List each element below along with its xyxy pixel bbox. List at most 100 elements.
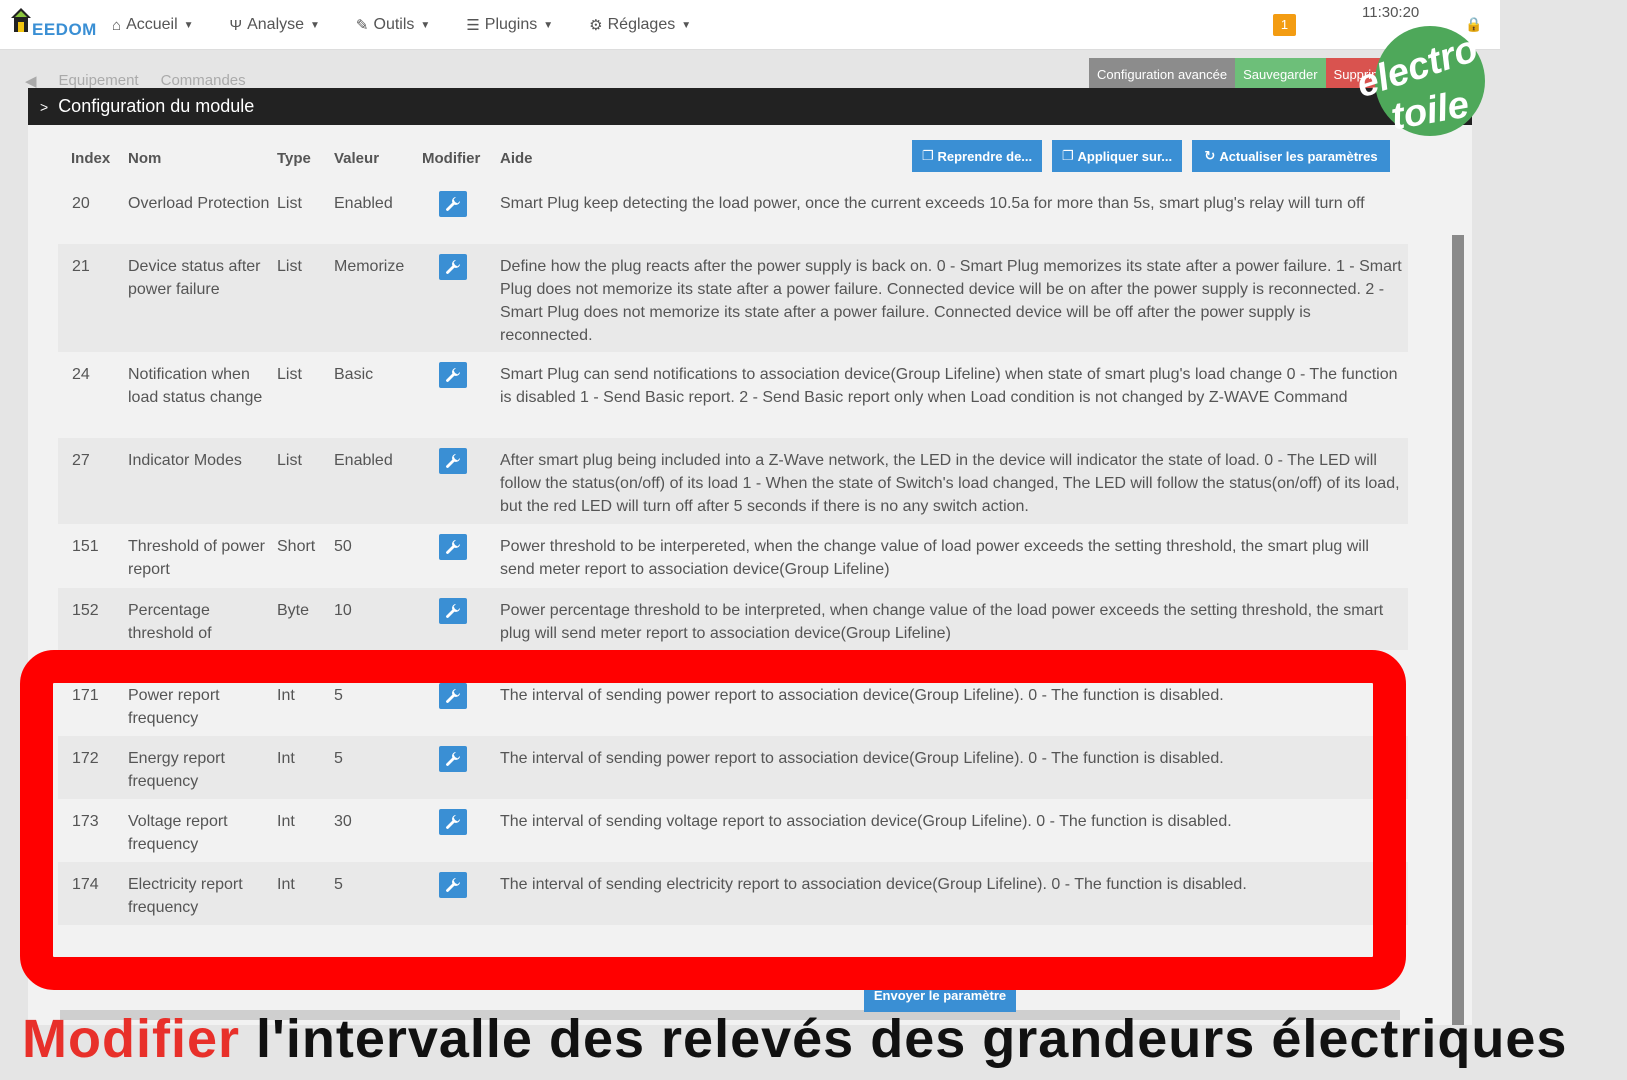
video-caption: Modifier l'intervalle des relevés des gr… — [22, 1008, 1622, 1080]
modify-button[interactable] — [439, 534, 467, 560]
menu-label: Outils — [373, 16, 415, 33]
button-label: Reprendre de... — [937, 148, 1033, 164]
menu-accueil[interactable]: ⌂ Accueil ▼ — [112, 16, 194, 34]
row-index: 20 — [72, 195, 90, 212]
modify-button[interactable] — [439, 448, 467, 474]
save-button[interactable]: Sauvegarder — [1235, 58, 1326, 92]
row-type: Short — [277, 538, 316, 555]
row-valeur: Enabled — [334, 452, 393, 469]
col-header-nom: Nom — [128, 150, 162, 167]
row-nom: Percentage threshold of — [128, 602, 212, 642]
modal-header: > Configuration du module — [28, 88, 1472, 125]
row-aide: Smart Plug can send notifications to ass… — [500, 366, 1398, 406]
row-type: List — [277, 258, 302, 275]
copy-icon: ❐ — [1061, 148, 1074, 163]
row-type: List — [277, 195, 302, 212]
menu-analyse[interactable]: Ψ Analyse ▼ — [230, 16, 320, 34]
wrench-icon — [446, 540, 460, 554]
wrench-icon — [446, 604, 460, 618]
caret-down-icon: ▼ — [310, 19, 320, 31]
row-index: 24 — [72, 366, 90, 383]
caret-down-icon: ▼ — [681, 19, 692, 31]
button-label: Appliquer sur... — [1077, 148, 1173, 164]
table-row: 24 Notification when load status change … — [58, 352, 1408, 438]
table-row: 151 Threshold of power report Short 50 P… — [58, 524, 1408, 588]
row-valeur: 50 — [334, 538, 352, 555]
main-menu: ⌂ Accueil ▼ Ψ Analyse ▼ ✎ Outils ▼ ☰ Plu… — [112, 0, 727, 50]
row-aide: After smart plug being included into a Z… — [500, 452, 1400, 515]
row-index: 151 — [72, 538, 99, 555]
row-aide: Power threshold to be interpereted, when… — [500, 538, 1369, 578]
wrench-icon — [446, 197, 460, 211]
home-icon: ⌂ — [112, 16, 122, 34]
row-index: 27 — [72, 452, 90, 469]
menu-plugins[interactable]: ☰ Plugins ▼ — [466, 16, 553, 34]
jeedom-logo[interactable]: EEDOM — [8, 4, 96, 44]
advanced-config-button[interactable]: Configuration avancée — [1089, 58, 1236, 92]
row-type: List — [277, 366, 302, 383]
modify-button[interactable] — [439, 362, 467, 388]
col-header-type: Type — [277, 150, 311, 167]
row-nom: Notification when load status change — [128, 366, 263, 406]
caret-down-icon: ▼ — [420, 19, 431, 31]
table-row: 21 Device status after power failure Lis… — [58, 244, 1408, 352]
row-valeur: 10 — [334, 602, 352, 619]
gear-icon: ⚙ — [589, 17, 603, 34]
actualiser-button[interactable]: ↻ Actualiser les paramètres — [1192, 140, 1390, 172]
row-type: List — [277, 452, 302, 469]
row-type: Byte — [277, 602, 310, 619]
row-aide: Define how the plug reacts after the pow… — [500, 258, 1402, 344]
menu-label: Accueil — [126, 16, 178, 33]
col-header-modifier: Modifier — [422, 150, 481, 167]
row-index: 21 — [72, 258, 90, 275]
menu-label: Réglages — [607, 16, 676, 33]
electrotoile-watermark: electro toile — [1351, 18, 1495, 138]
col-header-index: Index — [71, 150, 111, 167]
table-row: 20 Overload Protection List Enabled Smar… — [58, 180, 1408, 244]
row-aide: Smart Plug keep detecting the load power… — [500, 195, 1365, 212]
row-aide: Power percentage threshold to be interpr… — [500, 602, 1384, 642]
reprendre-button[interactable]: ❐ Reprendre de... — [912, 140, 1042, 172]
notification-badge[interactable]: 1 — [1273, 14, 1296, 36]
row-nom: Device status after power failure — [128, 258, 261, 298]
menu-outils[interactable]: ✎ Outils ▼ — [356, 16, 430, 34]
modal-scrollbar[interactable] — [1452, 235, 1464, 1025]
stethoscope-icon: Ψ — [229, 16, 243, 34]
appliquer-button[interactable]: ❐ Appliquer sur... — [1052, 140, 1182, 172]
brand-name: EEDOM — [32, 20, 97, 39]
wrench-icon — [446, 368, 460, 382]
button-label: Actualiser les paramètres — [1219, 148, 1378, 164]
row-valeur: Basic — [334, 366, 374, 383]
chevron-right-icon: > — [40, 98, 49, 115]
row-valeur: Enabled — [334, 195, 393, 212]
modify-button[interactable] — [439, 254, 467, 280]
list-icon: ☰ — [466, 17, 480, 34]
table-row: 27 Indicator Modes List Enabled After sm… — [58, 438, 1408, 524]
top-navbar: EEDOM ⌂ Accueil ▼ Ψ Analyse ▼ ✎ Outils ▼… — [0, 0, 1500, 50]
menu-label: Plugins — [484, 16, 538, 33]
col-header-aide: Aide — [500, 150, 533, 167]
row-nom: Threshold of power report — [128, 538, 265, 578]
caret-down-icon: ▼ — [183, 19, 194, 31]
menu-reglages[interactable]: ⚙ Réglages ▼ — [589, 16, 691, 34]
table-row: 152 Percentage threshold of Byte 10 Powe… — [58, 588, 1408, 650]
modify-button[interactable] — [439, 191, 467, 217]
modal-title: Configuration du module — [58, 96, 255, 116]
house-logo-icon — [11, 8, 31, 32]
wrench-icon — [446, 454, 460, 468]
caption-rest: l'intervalle des relevés des grandeurs é… — [240, 1009, 1568, 1069]
wrench-icon — [446, 260, 460, 274]
row-valeur: Memorize — [334, 258, 405, 275]
row-index: 152 — [72, 602, 99, 619]
menu-label: Analyse — [247, 16, 305, 33]
wrench-icon: ✎ — [355, 17, 369, 34]
caret-down-icon: ▼ — [543, 19, 554, 31]
col-header-valeur: Valeur — [334, 150, 380, 167]
caption-highlight: Modifier — [22, 1009, 240, 1069]
refresh-icon: ↻ — [1204, 148, 1216, 163]
modify-button[interactable] — [439, 598, 467, 624]
row-nom: Indicator Modes — [128, 452, 242, 469]
copy-icon: ❐ — [921, 148, 934, 163]
highlight-frame — [20, 650, 1406, 990]
row-nom: Overload Protection — [128, 195, 270, 212]
